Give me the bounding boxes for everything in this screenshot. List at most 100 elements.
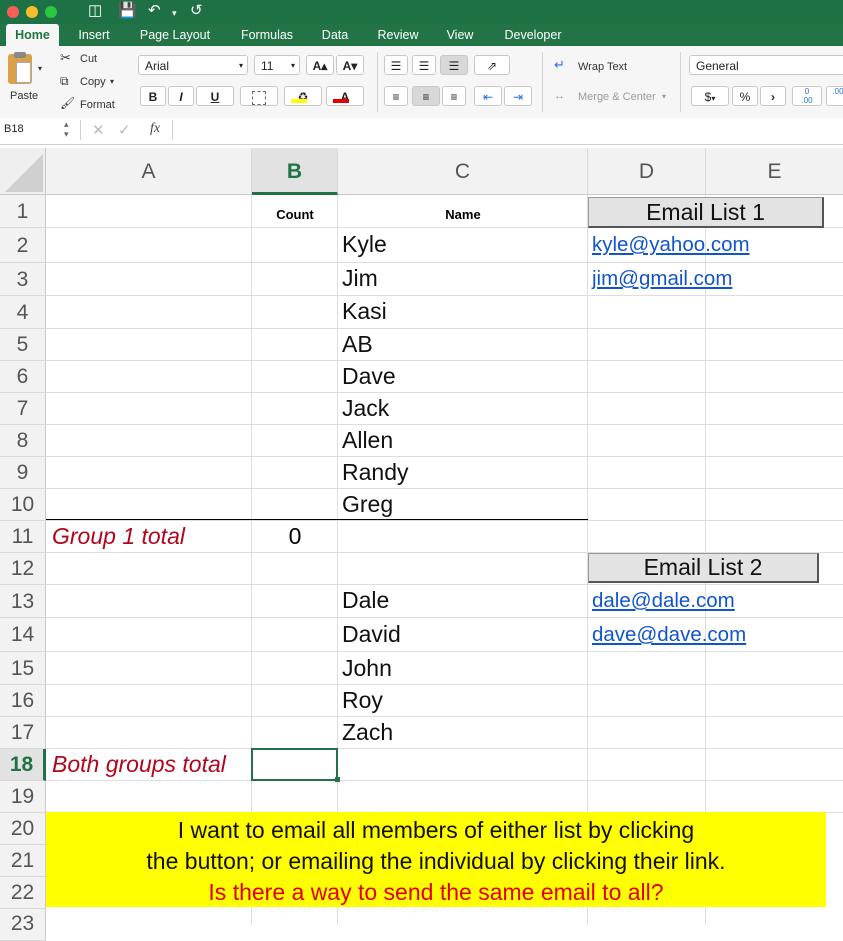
comma-style-button[interactable]: ›	[760, 86, 786, 106]
undo-icon[interactable]: ↶	[148, 2, 161, 20]
group1-total-value[interactable]: 0	[252, 523, 338, 550]
tab-view[interactable]: View	[440, 24, 480, 46]
name-header[interactable]: Name	[338, 207, 588, 222]
name-cell[interactable]: Dale	[342, 587, 389, 614]
select-all-corner[interactable]	[0, 148, 46, 195]
scissors-icon[interactable]: ✂	[60, 51, 71, 65]
zoom-window-button[interactable]	[45, 6, 57, 18]
row-header[interactable]: 16	[0, 685, 46, 717]
row-header[interactable]: 7	[0, 393, 46, 425]
underline-button[interactable]: U	[196, 86, 234, 106]
decrease-font-size-button[interactable]: A▾	[336, 55, 364, 75]
row-header[interactable]: 2	[0, 228, 46, 263]
copy-dropdown-icon[interactable]: ▾	[110, 75, 114, 89]
name-cell[interactable]: Kasi	[342, 298, 387, 325]
copy-button[interactable]: Copy	[80, 75, 106, 89]
row-header[interactable]: 17	[0, 717, 46, 749]
tab-page-layout[interactable]: Page Layout	[130, 24, 220, 46]
email-link[interactable]: dave@dave.com	[592, 623, 746, 647]
italic-button[interactable]: I	[168, 86, 194, 106]
row-header[interactable]: 5	[0, 329, 46, 361]
number-format-select[interactable]: General	[689, 55, 843, 75]
row-header[interactable]: 1	[0, 195, 46, 228]
increase-font-size-button[interactable]: A▴	[306, 55, 334, 75]
tab-developer[interactable]: Developer	[496, 24, 570, 46]
row-header[interactable]: 12	[0, 553, 46, 585]
row-header[interactable]: 21	[0, 845, 46, 877]
font-color-button[interactable]: A	[326, 86, 364, 106]
copy-icon[interactable]: ⧉	[60, 74, 69, 88]
name-cell[interactable]: Zach	[342, 719, 393, 746]
email-link[interactable]: jim@gmail.com	[592, 267, 732, 291]
count-header[interactable]: Count	[252, 207, 338, 222]
email-link[interactable]: kyle@yahoo.com	[592, 233, 750, 257]
column-header-e[interactable]: E	[706, 148, 843, 195]
name-cell[interactable]: AB	[342, 331, 373, 358]
align-top-button[interactable]: ☰	[384, 55, 408, 75]
align-right-button[interactable]: ≡	[442, 86, 466, 106]
row-header[interactable]: 4	[0, 296, 46, 329]
name-cell[interactable]: Dave	[342, 363, 396, 390]
align-bottom-button[interactable]: ☰	[440, 55, 468, 75]
font-name-select[interactable]: Arial ▾	[138, 55, 248, 75]
close-window-button[interactable]	[7, 6, 19, 18]
row-header[interactable]: 6	[0, 361, 46, 393]
row-header[interactable]: 11	[0, 521, 46, 553]
undo-dropdown-icon[interactable]: ▾	[172, 4, 177, 22]
selected-cell-b18[interactable]	[251, 748, 338, 781]
cut-button[interactable]: Cut	[80, 52, 97, 66]
paste-dropdown-icon[interactable]: ▾	[38, 62, 42, 76]
bold-button[interactable]: B	[140, 86, 166, 106]
name-cell[interactable]: David	[342, 621, 401, 648]
decrease-decimal-button[interactable]: .00	[826, 86, 843, 106]
formula-input[interactable]	[180, 122, 780, 140]
align-middle-button[interactable]: ☰	[412, 55, 436, 75]
wrap-text-button[interactable]: Wrap Text	[578, 60, 627, 74]
name-cell[interactable]: Roy	[342, 687, 383, 714]
align-left-button[interactable]: ≡	[384, 86, 408, 106]
merge-center-button[interactable]: Merge & Center	[578, 90, 656, 104]
email-link[interactable]: dale@dale.com	[592, 589, 735, 613]
row-header[interactable]: 19	[0, 781, 46, 813]
save-icon[interactable]: 💾	[118, 2, 137, 20]
name-cell[interactable]: John	[342, 655, 392, 682]
row-header[interactable]: 3	[0, 263, 46, 296]
row-header[interactable]: 13	[0, 585, 46, 618]
name-cell[interactable]: Jack	[342, 395, 389, 422]
format-painter-icon[interactable]: 🖌	[60, 96, 75, 110]
tab-data[interactable]: Data	[314, 24, 356, 46]
email-list-1-button[interactable]: Email List 1	[588, 197, 824, 228]
column-header-d[interactable]: D	[588, 148, 706, 195]
percent-style-button[interactable]: %	[732, 86, 758, 106]
font-size-select[interactable]: 11 ▾	[254, 55, 300, 75]
tab-formulas[interactable]: Formulas	[232, 24, 302, 46]
format-painter-button[interactable]: Format	[80, 98, 115, 112]
insert-function-button[interactable]: fx	[150, 121, 160, 137]
align-center-button[interactable]: ≡	[412, 86, 440, 106]
group1-total-label[interactable]: Group 1 total	[52, 523, 185, 550]
borders-button[interactable]	[240, 86, 278, 106]
row-header[interactable]: 10	[0, 489, 46, 521]
column-header-a[interactable]: A	[46, 148, 252, 195]
name-cell[interactable]: Kyle	[342, 231, 387, 258]
minimize-window-button[interactable]	[26, 6, 38, 18]
row-header-selected[interactable]: 18	[0, 749, 46, 781]
orientation-button[interactable]: ⇗	[474, 55, 510, 75]
email-list-2-button[interactable]: Email List 2	[588, 553, 819, 583]
tab-review[interactable]: Review	[370, 24, 426, 46]
tab-home[interactable]: Home	[6, 24, 59, 46]
name-cell[interactable]: Allen	[342, 427, 393, 454]
name-box-stepper-icon[interactable]: ▴ ▾	[64, 119, 69, 139]
row-header[interactable]: 15	[0, 652, 46, 685]
column-header-b[interactable]: B	[252, 148, 338, 195]
name-cell[interactable]: Greg	[342, 491, 393, 518]
fill-handle[interactable]	[335, 777, 340, 782]
paste-icon[interactable]	[8, 52, 32, 84]
wrap-text-icon[interactable]: ↵	[554, 58, 565, 72]
increase-decimal-button[interactable]: 0.00	[792, 86, 822, 106]
row-header[interactable]: 8	[0, 425, 46, 457]
name-cell[interactable]: Randy	[342, 459, 408, 486]
sidebar-toggle-icon[interactable]: ◫	[88, 2, 102, 20]
increase-indent-button[interactable]: ⇥	[504, 86, 532, 106]
both-groups-total-label[interactable]: Both groups total	[52, 751, 226, 778]
